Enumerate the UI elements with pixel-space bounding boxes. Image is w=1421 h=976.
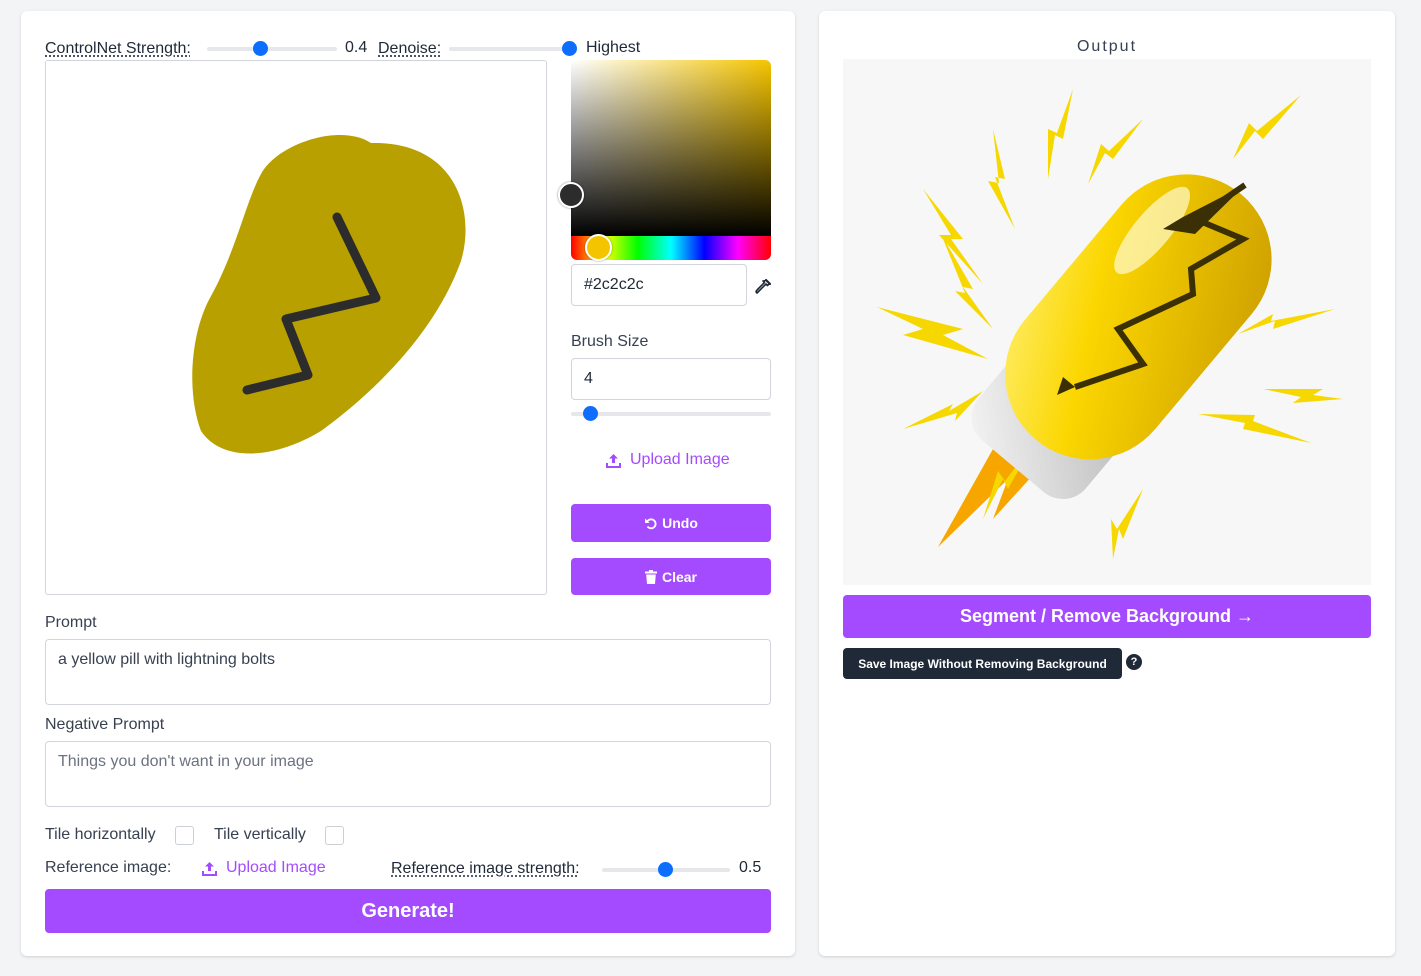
hex-color-input[interactable]: [571, 264, 747, 306]
brush-size-thumb[interactable]: [583, 406, 598, 421]
undo-label: Undo: [662, 515, 698, 531]
controlnet-strength-slider[interactable]: [207, 47, 337, 51]
output-panel: Output Segment / Remove Background → Sav…: [819, 11, 1395, 956]
prompt-input[interactable]: a yellow pill with lightning bolts: [45, 639, 771, 705]
undo-icon: [645, 517, 657, 529]
hue-slider-handle[interactable]: [585, 234, 612, 261]
upload-image-button[interactable]: Upload Image: [605, 451, 730, 469]
denoise-label: Denoise:: [378, 40, 442, 57]
controlnet-strength-value: 0.4: [345, 39, 368, 56]
denoise-value: Highest: [586, 39, 641, 56]
color-saturation-handle[interactable]: [558, 182, 584, 208]
upload-image-label: Upload Image: [630, 451, 730, 468]
tile-horizontally-checkbox[interactable]: [175, 826, 194, 845]
denoise-slider[interactable]: [449, 47, 571, 51]
generated-pill-image: [877, 89, 1343, 559]
reference-strength-thumb[interactable]: [658, 862, 673, 877]
brush-size-slider[interactable]: [571, 412, 771, 416]
clear-label: Clear: [661, 568, 698, 585]
reference-upload-button[interactable]: Upload Image: [201, 859, 326, 877]
negative-prompt-input[interactable]: [45, 741, 771, 807]
controlnet-strength-thumb[interactable]: [253, 41, 268, 56]
drawing-canvas[interactable]: [45, 60, 547, 595]
segment-remove-background-button[interactable]: Segment / Remove Background →: [843, 595, 1371, 638]
reference-image-label: Reference image:: [45, 859, 172, 876]
editor-panel: ControlNet Strength: 0.4 Denoise: Highes…: [21, 11, 795, 956]
tile-horizontally-label: Tile horizontally: [45, 826, 156, 843]
clear-button[interactable]: Clear: [571, 558, 771, 595]
controlnet-strength-label: ControlNet Strength:: [45, 40, 191, 57]
upload-icon: [606, 453, 621, 468]
sketch-fill-shape: [192, 134, 466, 454]
brush-size-label: Brush Size: [571, 333, 649, 350]
reference-strength-label: Reference image strength:: [391, 860, 580, 877]
denoise-thumb[interactable]: [562, 41, 577, 56]
generate-button[interactable]: Generate!: [45, 889, 771, 933]
reference-upload-label: Upload Image: [226, 859, 326, 876]
help-icon[interactable]: ?: [1126, 654, 1142, 670]
tile-vertically-label: Tile vertically: [214, 826, 306, 843]
prompt-label: Prompt: [45, 614, 97, 631]
output-title: Output: [1076, 38, 1138, 55]
eyedropper-icon[interactable]: [754, 278, 772, 296]
save-without-removing-background-button[interactable]: Save Image Without Removing Background: [843, 648, 1122, 679]
tile-vertically-checkbox[interactable]: [325, 826, 344, 845]
sketch-drawing: [192, 134, 466, 454]
undo-button[interactable]: Undo: [571, 504, 771, 542]
color-saturation-box[interactable]: [571, 60, 771, 236]
output-image: [843, 59, 1371, 585]
negative-prompt-label: Negative Prompt: [45, 716, 165, 733]
brush-size-input[interactable]: [571, 358, 771, 400]
reference-strength-value: 0.5: [739, 859, 762, 876]
trash-icon: [644, 569, 657, 584]
upload-icon: [202, 861, 217, 876]
